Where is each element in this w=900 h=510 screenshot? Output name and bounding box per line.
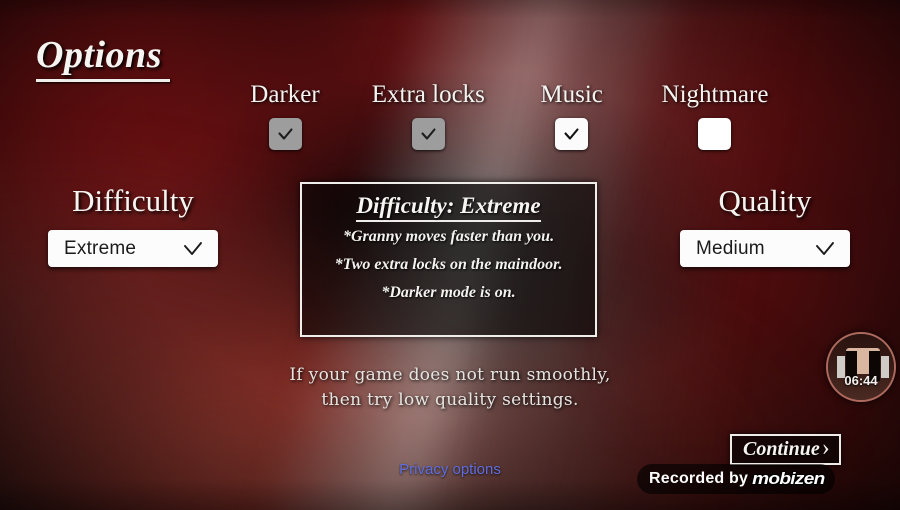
recorder-avatar [828,334,894,400]
toggle-music[interactable]: Music [502,81,642,151]
quality-heading: Quality [718,183,812,218]
checkbox-music[interactable] [555,118,589,151]
mobizen-logo: mobizen [752,469,825,488]
check-icon [277,128,293,140]
toggle-extra-locks[interactable]: Extra locks [358,81,498,151]
check-icon [421,128,436,140]
recorder-floating-bubble[interactable]: 06:44 [826,332,896,402]
privacy-options-label: Privacy options [399,461,501,478]
recording-timer: 06:44 [844,373,878,388]
checkbox-nightmare[interactable] [698,118,732,151]
difficulty-info-line: *Darker mode is on. [381,283,516,301]
difficulty-info-panel: Difficulty: Extreme *Granny moves faster… [300,182,597,337]
recording-watermark: Recorded by mobizen [637,464,835,494]
toggle-music-label: Music [540,81,603,108]
toggle-darker-label: Darker [250,81,320,108]
watermark-prefix: Recorded by [649,470,749,487]
difficulty-selected-value: Extreme [64,237,137,259]
check-icon [564,128,579,140]
difficulty-dropdown[interactable]: Extreme [48,230,218,267]
quality-dropdown[interactable]: Medium [680,230,850,267]
chevron-down-icon [816,241,834,255]
toggle-extra-locks-label: Extra locks [371,81,485,108]
performance-hint-line-1: If your game does not run smoothly, [289,365,611,385]
game-options-screen: Options Darker Extra locks Music Nightma… [0,0,900,510]
quality-selected-value: Medium [696,237,765,259]
chevron-right-icon: › [821,435,830,462]
toggle-darker[interactable]: Darker [215,81,355,151]
continue-button[interactable]: Continue › [730,434,841,465]
checkbox-darker[interactable] [268,118,302,151]
continue-button-label: Continue [743,438,820,460]
difficulty-info-line: *Two extra locks on the maindoor. [334,256,563,274]
toggle-options-row: Darker Extra locks Music Nightmare [215,81,785,151]
performance-hint-line-2: then try low quality settings. [321,389,579,410]
toggle-nightmare-label: Nightmare [661,81,769,108]
difficulty-info-line: *Granny moves faster than you. [342,228,555,246]
difficulty-info-heading: Difficulty: Extreme [356,193,541,223]
difficulty-heading: Difficulty [72,183,194,218]
page-title-underline [36,79,170,82]
toggle-nightmare[interactable]: Nightmare [645,81,785,151]
performance-hint: If your game does not run smoothly, then… [0,363,900,412]
checkbox-extra-locks[interactable] [411,118,445,151]
page-title-group: Options [36,36,170,82]
difficulty-group: Difficulty Extreme [48,185,218,267]
page-title: Options [36,34,162,76]
quality-group: Quality Medium [680,185,850,267]
chevron-down-icon [184,241,202,255]
